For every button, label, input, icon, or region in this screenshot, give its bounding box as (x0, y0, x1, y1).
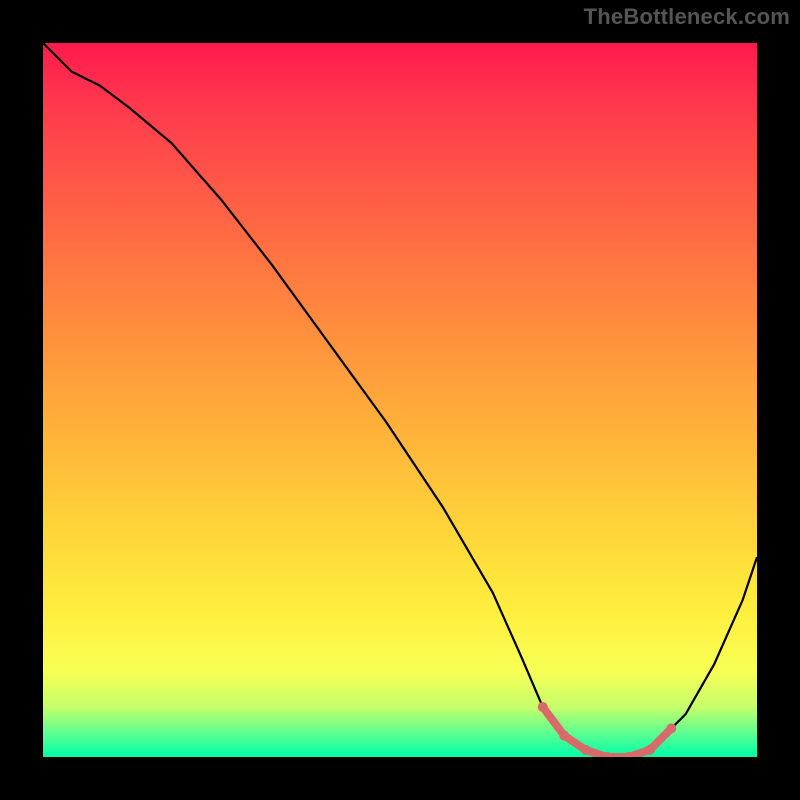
attribution-text: TheBottleneck.com (584, 4, 790, 30)
optimal-range-dot (581, 745, 591, 755)
chart-svg (43, 43, 757, 757)
bottleneck-curve-path (43, 43, 757, 757)
optimal-range-dot (666, 723, 676, 733)
optimal-range-dot (645, 745, 655, 755)
optimal-range-dot (559, 731, 569, 741)
plot-outer-border (40, 40, 760, 760)
curve-group (43, 43, 757, 757)
plot-gradient-bg (43, 43, 757, 757)
optimal-range-dot (538, 702, 548, 712)
optimal-range-markers (538, 702, 677, 757)
chart-frame: TheBottleneck.com (0, 0, 800, 800)
